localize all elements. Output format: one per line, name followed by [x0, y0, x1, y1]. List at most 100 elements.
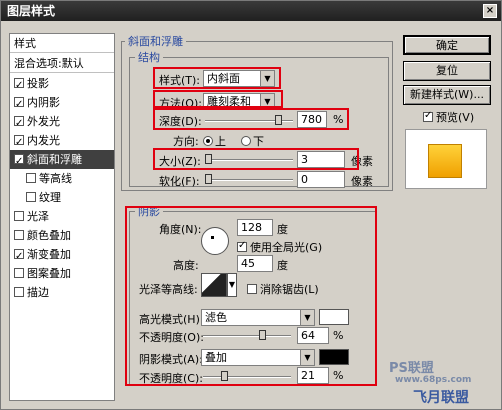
gloss-contour-icon[interactable] — [201, 273, 227, 297]
sidebar-item[interactable]: 光泽 — [10, 207, 114, 226]
sidebar-item[interactable]: 等高线 — [10, 169, 114, 188]
style-preview — [405, 129, 487, 189]
sidebar-item-label: 斜面和浮雕 — [27, 153, 82, 166]
highlight-opacity-thumb[interactable] — [259, 330, 266, 340]
checkbox-icon[interactable] — [14, 211, 24, 221]
highlight-opacity-unit: % — [333, 329, 344, 342]
chevron-down-icon: ▼ — [300, 350, 314, 365]
sidebar-item[interactable]: 纹理 — [10, 188, 114, 207]
direction-down-radio[interactable]: 下 — [241, 133, 264, 149]
direction-up-label: 上 — [215, 135, 226, 148]
sidebar-item[interactable]: 外发光 — [10, 112, 114, 133]
soften-slider-thumb[interactable] — [205, 174, 212, 184]
angle-label: 角度(N): — [159, 223, 202, 236]
checkbox-icon[interactable] — [14, 268, 24, 278]
direction-label: 方向: — [173, 135, 199, 148]
sidebar-item[interactable]: 内阴影 — [10, 93, 114, 114]
sidebar-item-label: 图案叠加 — [27, 267, 71, 280]
sidebar-item[interactable]: 投影 — [10, 74, 114, 95]
global-light-checkbox[interactable]: 使用全局光(G) — [237, 239, 322, 255]
watermark-brand: 飞月联盟 — [413, 390, 469, 406]
watermark-text: PS联盟 — [389, 361, 434, 376]
shadow-mode-label: 阴影模式(A): — [139, 353, 203, 366]
angle-input[interactable]: 128 — [237, 219, 273, 236]
highlight-frame — [153, 67, 281, 89]
soften-slider[interactable] — [205, 174, 293, 184]
checkbox-icon[interactable] — [14, 152, 24, 171]
ok-button[interactable]: 确定 — [403, 35, 491, 55]
sidebar-item[interactable]: 渐变叠加 — [10, 245, 114, 266]
reset-button[interactable]: 复位 — [403, 61, 491, 81]
global-light-label: 使用全局光(G) — [250, 241, 323, 254]
checkbox-icon[interactable] — [14, 230, 24, 240]
highlight-color-swatch[interactable] — [319, 309, 349, 325]
checkbox-icon[interactable] — [14, 287, 24, 297]
checkbox-icon[interactable] — [14, 95, 24, 114]
shadow-opacity-unit: % — [333, 369, 344, 382]
anti-alias-label: 消除锯齿(L) — [260, 283, 319, 296]
highlight-frame — [153, 90, 283, 108]
sidebar-item[interactable]: 图案叠加 — [10, 264, 114, 283]
chevron-down-icon[interactable]: ▼ — [227, 273, 237, 297]
watermark-url: www.68ps.com — [395, 375, 472, 385]
checkbox-icon — [423, 110, 433, 122]
title-bar: 图层样式 × — [1, 1, 501, 21]
sidebar-item[interactable]: 描边 — [10, 283, 114, 302]
altitude-unit: 度 — [277, 259, 288, 272]
sidebar-item-label: 外发光 — [27, 115, 60, 128]
angle-unit: 度 — [277, 223, 288, 236]
checkbox-icon[interactable] — [26, 173, 36, 183]
sidebar-item-label: 颜色叠加 — [27, 229, 71, 242]
shadow-opacity-thumb[interactable] — [221, 371, 228, 381]
close-icon[interactable]: × — [483, 4, 497, 18]
angle-dial-icon[interactable] — [201, 227, 229, 255]
soften-unit: 像素 — [351, 175, 373, 188]
highlight-opacity-label: 不透明度(O): — [139, 331, 204, 344]
preview-label: 预览(V) — [436, 111, 475, 124]
bevel-emboss-title: 斜面和浮雕 — [125, 33, 186, 49]
sidebar-item[interactable]: 斜面和浮雕 — [10, 150, 114, 171]
sidebar-item[interactable]: 内发光 — [10, 131, 114, 152]
direction-up-radio[interactable]: 上 — [203, 133, 226, 149]
checkbox-icon — [237, 240, 247, 252]
sidebar-item-label: 内阴影 — [27, 96, 60, 109]
sidebar-item-label: 渐变叠加 — [27, 248, 71, 261]
shadow-mode-select[interactable]: 叠加 ▼ — [201, 349, 315, 366]
layer-style-dialog: 图层样式 × 样式 混合选项:默认 投影内阴影外发光内发光斜面和浮雕等高线纹理光… — [0, 0, 502, 410]
checkbox-icon[interactable] — [26, 192, 36, 202]
styles-header[interactable]: 样式 — [10, 34, 114, 53]
highlight-mode-label: 高光模式(H): — [139, 313, 204, 326]
checkbox-icon[interactable] — [14, 247, 24, 266]
angle-dial-dot — [211, 236, 214, 239]
highlight-mode-select[interactable]: 滤色 ▼ — [201, 309, 315, 326]
new-style-button[interactable]: 新建样式(W)... — [403, 85, 491, 105]
anti-alias-checkbox[interactable]: 消除锯齿(L) — [247, 281, 319, 297]
checkbox-icon[interactable] — [14, 133, 24, 152]
shadow-opacity-input[interactable]: 21 — [297, 367, 329, 384]
structure-title: 结构 — [135, 49, 163, 65]
checkbox-icon[interactable] — [14, 76, 24, 95]
checkbox-icon[interactable] — [14, 114, 24, 133]
blending-options-item[interactable]: 混合选项:默认 — [10, 54, 114, 73]
radio-off-icon — [241, 136, 251, 146]
shadow-color-swatch[interactable] — [319, 349, 349, 365]
styles-list: 样式 混合选项:默认 投影内阴影外发光内发光斜面和浮雕等高线纹理光泽颜色叠加渐变… — [9, 33, 115, 401]
soften-input[interactable]: 0 — [297, 171, 345, 188]
chevron-down-icon: ▼ — [300, 310, 314, 325]
highlight-opacity-slider[interactable] — [203, 330, 291, 340]
sidebar-item-label: 投影 — [27, 77, 49, 90]
checkbox-icon — [247, 284, 257, 294]
sidebar-item-label: 纹理 — [39, 191, 61, 204]
highlight-frame — [153, 148, 359, 170]
sidebar-item[interactable]: 颜色叠加 — [10, 226, 114, 245]
direction-down-label: 下 — [253, 135, 264, 148]
altitude-input[interactable]: 45 — [237, 255, 273, 272]
shadow-opacity-slider[interactable] — [203, 371, 291, 381]
highlight-opacity-input[interactable]: 64 — [297, 327, 329, 344]
gloss-contour-label: 光泽等高线: — [139, 283, 198, 296]
preview-checkbox[interactable]: 预览(V) — [423, 109, 474, 125]
shadow-mode-value: 叠加 — [205, 351, 227, 364]
preview-swatch — [428, 144, 462, 178]
radio-on-icon — [203, 136, 213, 146]
sidebar-item-label: 等高线 — [39, 172, 72, 185]
